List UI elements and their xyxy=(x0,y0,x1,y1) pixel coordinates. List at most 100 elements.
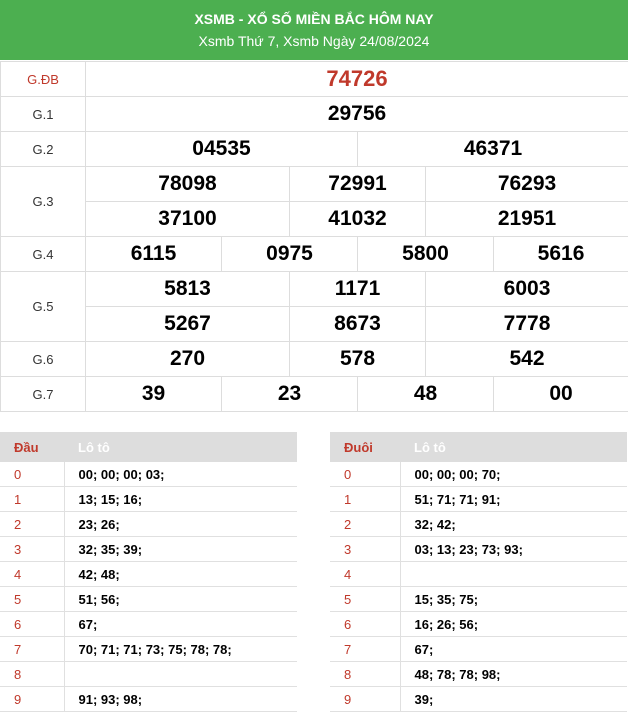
loto-key: 7 xyxy=(0,636,65,662)
loto-row: 6 67; xyxy=(0,611,297,637)
loto-key: 0 xyxy=(0,462,65,487)
loto-values xyxy=(64,661,297,687)
loto-row: 4 42; 48; xyxy=(0,561,297,587)
prize-number: 76293 xyxy=(424,166,628,202)
loto-key: 1 xyxy=(0,486,65,512)
prize-label: G.4 xyxy=(0,236,86,272)
prize-row-g2: G.2 04535 46371 xyxy=(0,131,628,167)
loto-key: 4 xyxy=(330,561,401,587)
loto-values: 67; xyxy=(64,611,297,637)
prize-label: G.3 xyxy=(0,166,86,237)
prize-label: G.2 xyxy=(0,131,86,167)
prize-label: G.7 xyxy=(0,376,86,412)
loto-header-row: Đầu Lô tô xyxy=(0,432,297,462)
prize-number: 74726 xyxy=(84,61,628,97)
prize-number: 78098 xyxy=(85,166,290,202)
prize-number: 6115 xyxy=(85,236,222,272)
prize-number: 5800 xyxy=(357,236,494,272)
loto-row: 9 91; 93; 98; xyxy=(0,686,297,712)
loto-values xyxy=(400,561,627,587)
loto-row: 7 70; 71; 71; 73; 75; 78; 78; xyxy=(0,636,297,662)
loto-row: 0 00; 00; 00; 03; xyxy=(0,462,297,487)
prize-row-g7: G.7 39 23 48 00 xyxy=(0,376,628,412)
prize-label: G.ĐB xyxy=(0,61,86,97)
prize-row-g5b: 5267 8673 7778 xyxy=(1,306,628,342)
loto-values: 91; 93; 98; xyxy=(64,686,297,712)
loto-key: 3 xyxy=(0,536,65,562)
prize-number: 21951 xyxy=(424,201,628,237)
loto-key: 7 xyxy=(330,636,401,662)
loto-values: 15; 35; 75; xyxy=(400,586,627,612)
loto-col-tail: Đuôi xyxy=(330,432,400,462)
loto-row: 2 23; 26; xyxy=(0,511,297,537)
prize-number: 41032 xyxy=(289,201,426,237)
loto-row: 5 51; 56; xyxy=(0,586,297,612)
loto-values: 00; 00; 00; 03; xyxy=(64,462,297,487)
prize-number: 72991 xyxy=(289,166,426,202)
loto-row: 3 32; 35; 39; xyxy=(0,536,297,562)
loto-col-head: Đầu xyxy=(0,432,64,462)
loto-row: 7 67; xyxy=(330,636,627,662)
prize-number: 6003 xyxy=(424,271,628,307)
prize-number: 5616 xyxy=(492,236,628,272)
prize-number: 542 xyxy=(424,341,628,377)
loto-values: 67; xyxy=(400,636,627,662)
loto-key: 2 xyxy=(0,511,65,537)
prize-number: 04535 xyxy=(85,131,358,167)
prize-number: 37100 xyxy=(85,201,290,237)
page-subtitle: Xsmb Thứ 7, Xsmb Ngày 24/08/2024 xyxy=(198,33,430,49)
loto-key: 2 xyxy=(330,511,401,537)
loto-values: 51; 56; xyxy=(64,586,297,612)
loto-key: 1 xyxy=(330,486,401,512)
loto-key: 9 xyxy=(330,686,401,712)
prize-number: 5813 xyxy=(85,271,290,307)
loto-values: 03; 13; 23; 73; 93; xyxy=(400,536,627,562)
prize-number: 29756 xyxy=(84,96,628,132)
page-title: XSMB - XỔ SỐ MIỀN BẮC HÔM NAY xyxy=(194,11,434,27)
loto-values: 70; 71; 71; 73; 75; 78; 78; xyxy=(64,636,297,662)
prize-number: 39 xyxy=(85,376,222,412)
prize-number: 7778 xyxy=(424,306,628,342)
loto-key: 6 xyxy=(330,611,401,637)
prize-number: 0975 xyxy=(221,236,358,272)
prize-row-g4: G.4 6115 0975 5800 5616 xyxy=(0,236,628,272)
loto-key: 5 xyxy=(0,586,65,612)
loto-row: 5 15; 35; 75; xyxy=(330,586,627,612)
loto-row: 9 39; xyxy=(330,686,627,712)
loto-row: 6 16; 26; 56; xyxy=(330,611,627,637)
loto-row: 8 48; 78; 78; 98; xyxy=(330,661,627,687)
prize-row-g1: G.1 29756 xyxy=(0,96,628,132)
loto-values: 00; 00; 00; 70; xyxy=(400,462,627,487)
loto-row: 4 xyxy=(330,561,627,587)
prize-number: 578 xyxy=(289,341,426,377)
loto-col-values: Lô tô xyxy=(400,432,627,462)
page-header: XSMB - XỔ SỐ MIỀN BẮC HÔM NAY Xsmb Thứ 7… xyxy=(0,0,628,60)
loto-key: 9 xyxy=(0,686,65,712)
loto-row: 1 13; 15; 16; xyxy=(0,486,297,512)
prize-row-db: G.ĐB 74726 xyxy=(0,61,628,97)
loto-values: 13; 15; 16; xyxy=(64,486,297,512)
prize-number: 48 xyxy=(357,376,494,412)
loto-values: 42; 48; xyxy=(64,561,297,587)
loto-key: 3 xyxy=(330,536,401,562)
loto-key: 5 xyxy=(330,586,401,612)
loto-row: 8 xyxy=(0,661,297,687)
loto-values: 16; 26; 56; xyxy=(400,611,627,637)
prize-label: G.1 xyxy=(0,96,86,132)
prize-number: 5267 xyxy=(85,306,290,342)
loto-key: 8 xyxy=(330,661,401,687)
loto-values: 48; 78; 78; 98; xyxy=(400,661,627,687)
loto-row: 0 00; 00; 00; 70; xyxy=(330,462,627,487)
loto-values: 32; 35; 39; xyxy=(64,536,297,562)
loto-key: 6 xyxy=(0,611,65,637)
loto-row: 1 51; 71; 71; 91; xyxy=(330,486,627,512)
loto-values: 32; 42; xyxy=(400,511,627,537)
loto-row: 2 32; 42; xyxy=(330,511,627,537)
loto-row: 3 03; 13; 23; 73; 93; xyxy=(330,536,627,562)
loto-values: 51; 71; 71; 91; xyxy=(400,486,627,512)
loto-head-table: Đầu Lô tô 0 00; 00; 00; 03; 1 13; 15; 16; 2 2… xyxy=(0,432,297,712)
loto-header-row: Đuôi Lô tô xyxy=(330,432,627,462)
prize-row-g6: G.6 270 578 542 xyxy=(0,341,628,377)
loto-tail-table: Đuôi Lô tô 0 00; 00; 00; 70; 1 51; 71; 71; … xyxy=(330,432,627,712)
prize-number: 8673 xyxy=(289,306,426,342)
